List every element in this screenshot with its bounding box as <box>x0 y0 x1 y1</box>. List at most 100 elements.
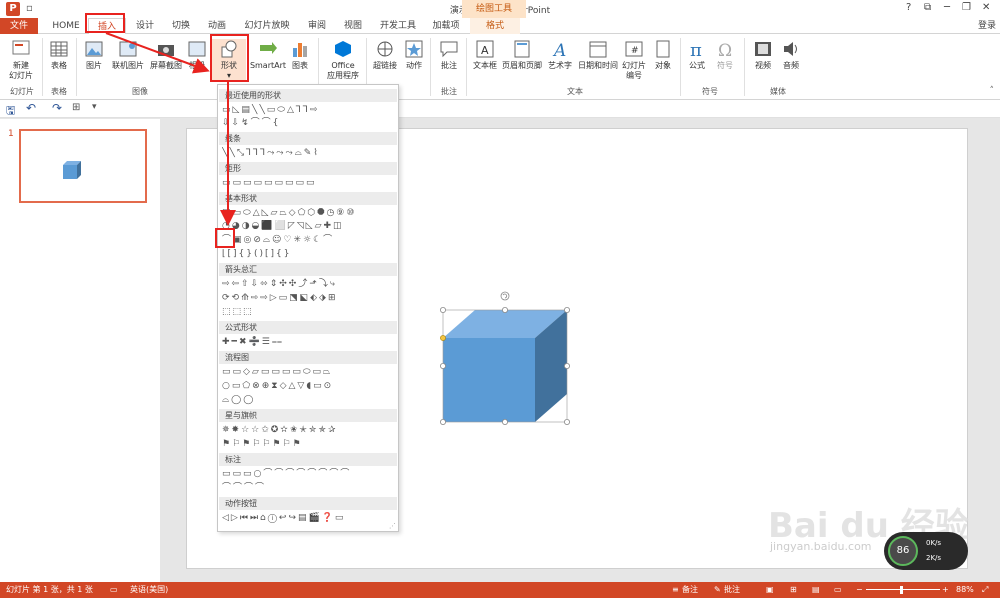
shape-row[interactable]: ⌒⌒⌒⌒ <box>222 482 394 494</box>
collapse-ribbon-icon[interactable]: ˄ <box>990 86 995 96</box>
audio-button[interactable]: 音频 <box>778 39 804 71</box>
group-label-comments: 批注 <box>441 87 457 96</box>
login-link[interactable]: 登录 <box>978 18 996 34</box>
comments-icon[interactable]: ✎ <box>714 582 721 598</box>
smartart-button[interactable]: SmartArt <box>248 39 288 71</box>
shape-row[interactable]: ⬚⬚⬚ <box>222 306 394 318</box>
close-icon[interactable]: ✕ <box>982 2 990 13</box>
hyperlink-button[interactable]: 超链接 <box>370 39 400 71</box>
help-icon[interactable]: ? <box>906 2 911 13</box>
shapes-button[interactable]: 形状 ▾ <box>212 39 246 81</box>
watermark-site: jingyan.baidu.com <box>770 540 872 553</box>
shape-row[interactable]: ✚━✖➗☰⩵ <box>222 336 394 348</box>
shape-row[interactable]: ◁▷⏮⏭⌂ⓘ↩↪▤🎬❓▭ <box>222 512 394 524</box>
header-footer-button[interactable]: 页眉和页脚 <box>500 39 544 71</box>
shape-row[interactable]: ▭▭▭▭▭▭▭▭▭ <box>222 177 394 189</box>
shape-row[interactable]: ▤▭⬭△◺▱⏢◇⬠⬡⯃◷⑨⑩ <box>222 207 394 219</box>
restore-icon[interactable]: ❐ <box>962 2 971 13</box>
thumbnail-cube-icon <box>63 161 81 179</box>
shape-row[interactable]: ▭▭▭○⌒⌒⌒⌒⌒⌒⌒⌒ <box>222 468 394 480</box>
slide-number-button[interactable]: # 幻灯片 编号 <box>620 39 648 81</box>
new-slide-button[interactable]: 新建 幻灯片 <box>4 39 38 81</box>
section-equation-shapes: 公式形状 <box>219 321 397 334</box>
adjust-handle[interactable] <box>440 335 446 341</box>
tab-format[interactable]: 格式 <box>470 18 520 34</box>
shape-row[interactable]: ◔◕◑◒⬛⬜◸◹◺▱✚◫ <box>222 220 394 232</box>
status-bar: 幻灯片 第 1 张，共 1 张 ▭ 英语(美国) ≡ 备注 ✎ 批注 ▣ ⊞ ▤… <box>0 582 1000 598</box>
language[interactable]: 英语(美国) <box>130 582 168 598</box>
shape-row[interactable]: ⚑⚐⚑⚐⚐⚑⚐⚑ <box>222 438 394 450</box>
tab-home[interactable]: HOME <box>46 18 86 34</box>
tab-review[interactable]: 审阅 <box>302 18 332 34</box>
reading-view-icon[interactable]: ▤ <box>812 582 820 598</box>
from-beginning-icon[interactable]: ⊞ <box>72 102 80 113</box>
fit-to-window-icon[interactable]: ⤢ <box>982 582 988 598</box>
slide-sorter-icon[interactable]: ⊞ <box>790 582 797 598</box>
comments-button[interactable]: 批注 <box>724 582 740 598</box>
minimize-icon[interactable]: ─ <box>944 2 950 13</box>
tab-developer[interactable]: 开发工具 <box>376 18 420 34</box>
picture-button[interactable]: 图片 <box>80 39 108 71</box>
video-button[interactable]: 视频 <box>750 39 776 71</box>
zoom-slider[interactable] <box>866 589 940 590</box>
shape-row[interactable]: ╲╲⤡⅂⅂⅂⤳⤳⤳⌓✎⌇ <box>222 147 394 159</box>
group-label-symbols: 符号 <box>702 87 718 96</box>
screenshot-button[interactable]: 屏幕截图 <box>146 39 186 71</box>
tab-view[interactable]: 视图 <box>338 18 368 34</box>
zoom-out-icon[interactable]: − <box>856 582 863 598</box>
tab-transitions[interactable]: 切换 <box>166 18 196 34</box>
resize-grip-icon[interactable]: ⋰ <box>389 522 396 530</box>
tab-insert[interactable]: 插入 <box>88 18 126 35</box>
action-button[interactable]: 动作 <box>402 39 426 71</box>
undo-icon[interactable]: ↶ <box>26 101 36 115</box>
new-slide-label: 新建 幻灯片 <box>9 61 33 80</box>
online-picture-button[interactable]: 联机图片 <box>108 39 148 71</box>
network-speed-widget: 86 0K/s 2K/s <box>884 532 968 570</box>
album-button[interactable]: 相册 <box>186 39 208 71</box>
chart-button[interactable]: 图表 <box>288 39 312 71</box>
comment-button[interactable]: 批注 <box>436 39 462 71</box>
shapes-dropdown-icon: ▾ <box>226 71 231 80</box>
cube-shape[interactable] <box>442 309 568 423</box>
shape-row[interactable]: ⟳⟲⟰⇨⇨▷▭⬔⬕⬖⬗⊞ <box>222 292 394 304</box>
normal-view-icon[interactable]: ▣ <box>766 582 774 598</box>
group-label-images: 图像 <box>132 87 148 96</box>
shape-row[interactable]: ⇨⇦⇧⇩⬄⇕✣✣⤴⬏⤵⤷ <box>222 278 394 290</box>
customize-qat-icon[interactable]: ▾ <box>92 102 97 112</box>
redo-icon[interactable]: ↷ <box>52 101 62 115</box>
equation-button[interactable]: π 公式 <box>684 39 710 71</box>
spellcheck-icon[interactable]: ▭ <box>110 582 118 598</box>
symbol-button[interactable]: Ω 符号 <box>712 39 738 71</box>
tab-file[interactable]: 文件 <box>0 18 38 34</box>
section-callouts: 标注 <box>219 453 397 466</box>
ribbon-display-options-icon[interactable]: ⧉ <box>924 2 931 13</box>
slide-number-label: 幻灯片 编号 <box>622 61 646 80</box>
object-button[interactable]: 对象 <box>650 39 676 71</box>
shape-row[interactable]: ⌓◯◯ <box>222 394 394 406</box>
notes-icon[interactable]: ≡ <box>672 582 679 598</box>
tab-addins[interactable]: 加载项 <box>426 18 466 34</box>
zoom-in-icon[interactable]: + <box>942 582 949 598</box>
textbox-button[interactable]: A 文本框 <box>470 39 500 71</box>
slide-thumbnail[interactable] <box>19 129 147 203</box>
zoom-slider-thumb[interactable] <box>900 586 903 594</box>
office-apps-button[interactable]: Office 应用程序 <box>322 39 364 81</box>
slideshow-view-icon[interactable]: ▭ <box>834 582 842 598</box>
zoom-level[interactable]: 88% <box>956 582 974 598</box>
tab-design[interactable]: 设计 <box>130 18 160 34</box>
tab-animations[interactable]: 动画 <box>202 18 232 34</box>
notes-button[interactable]: 备注 <box>682 582 698 598</box>
wordart-button[interactable]: A 艺术字 <box>544 39 576 71</box>
shape-row[interactable]: ⌊[]{}()[]{} <box>222 248 394 260</box>
shape-row[interactable]: ⇩⇩↯⌒⌒{ <box>222 117 394 129</box>
shape-row[interactable]: ▭◺▤╲╲▭⬭△⅂⅂⇨ <box>222 104 394 116</box>
rotate-handle-icon[interactable] <box>500 291 510 301</box>
new-slide-icon <box>12 40 30 55</box>
tab-slideshow[interactable]: 幻灯片放映 <box>240 18 294 34</box>
shape-row[interactable]: ○▭⬠⊗⊕⧗◇△▽◖▭⊙ <box>222 380 394 392</box>
shape-row[interactable]: ▭▭◇▱▭▭▭▭⬭▭⏢ <box>222 366 394 378</box>
table-button[interactable]: 表格 <box>44 39 74 71</box>
date-time-button[interactable]: 日期和时间 <box>576 39 620 71</box>
shape-row[interactable]: ⌒▣◎⊘⌓☺♡✳☼☾⌒ <box>222 234 394 246</box>
shape-row[interactable]: ✵✸☆☆✩✪✫✬✭✮✯✰ <box>222 424 394 436</box>
